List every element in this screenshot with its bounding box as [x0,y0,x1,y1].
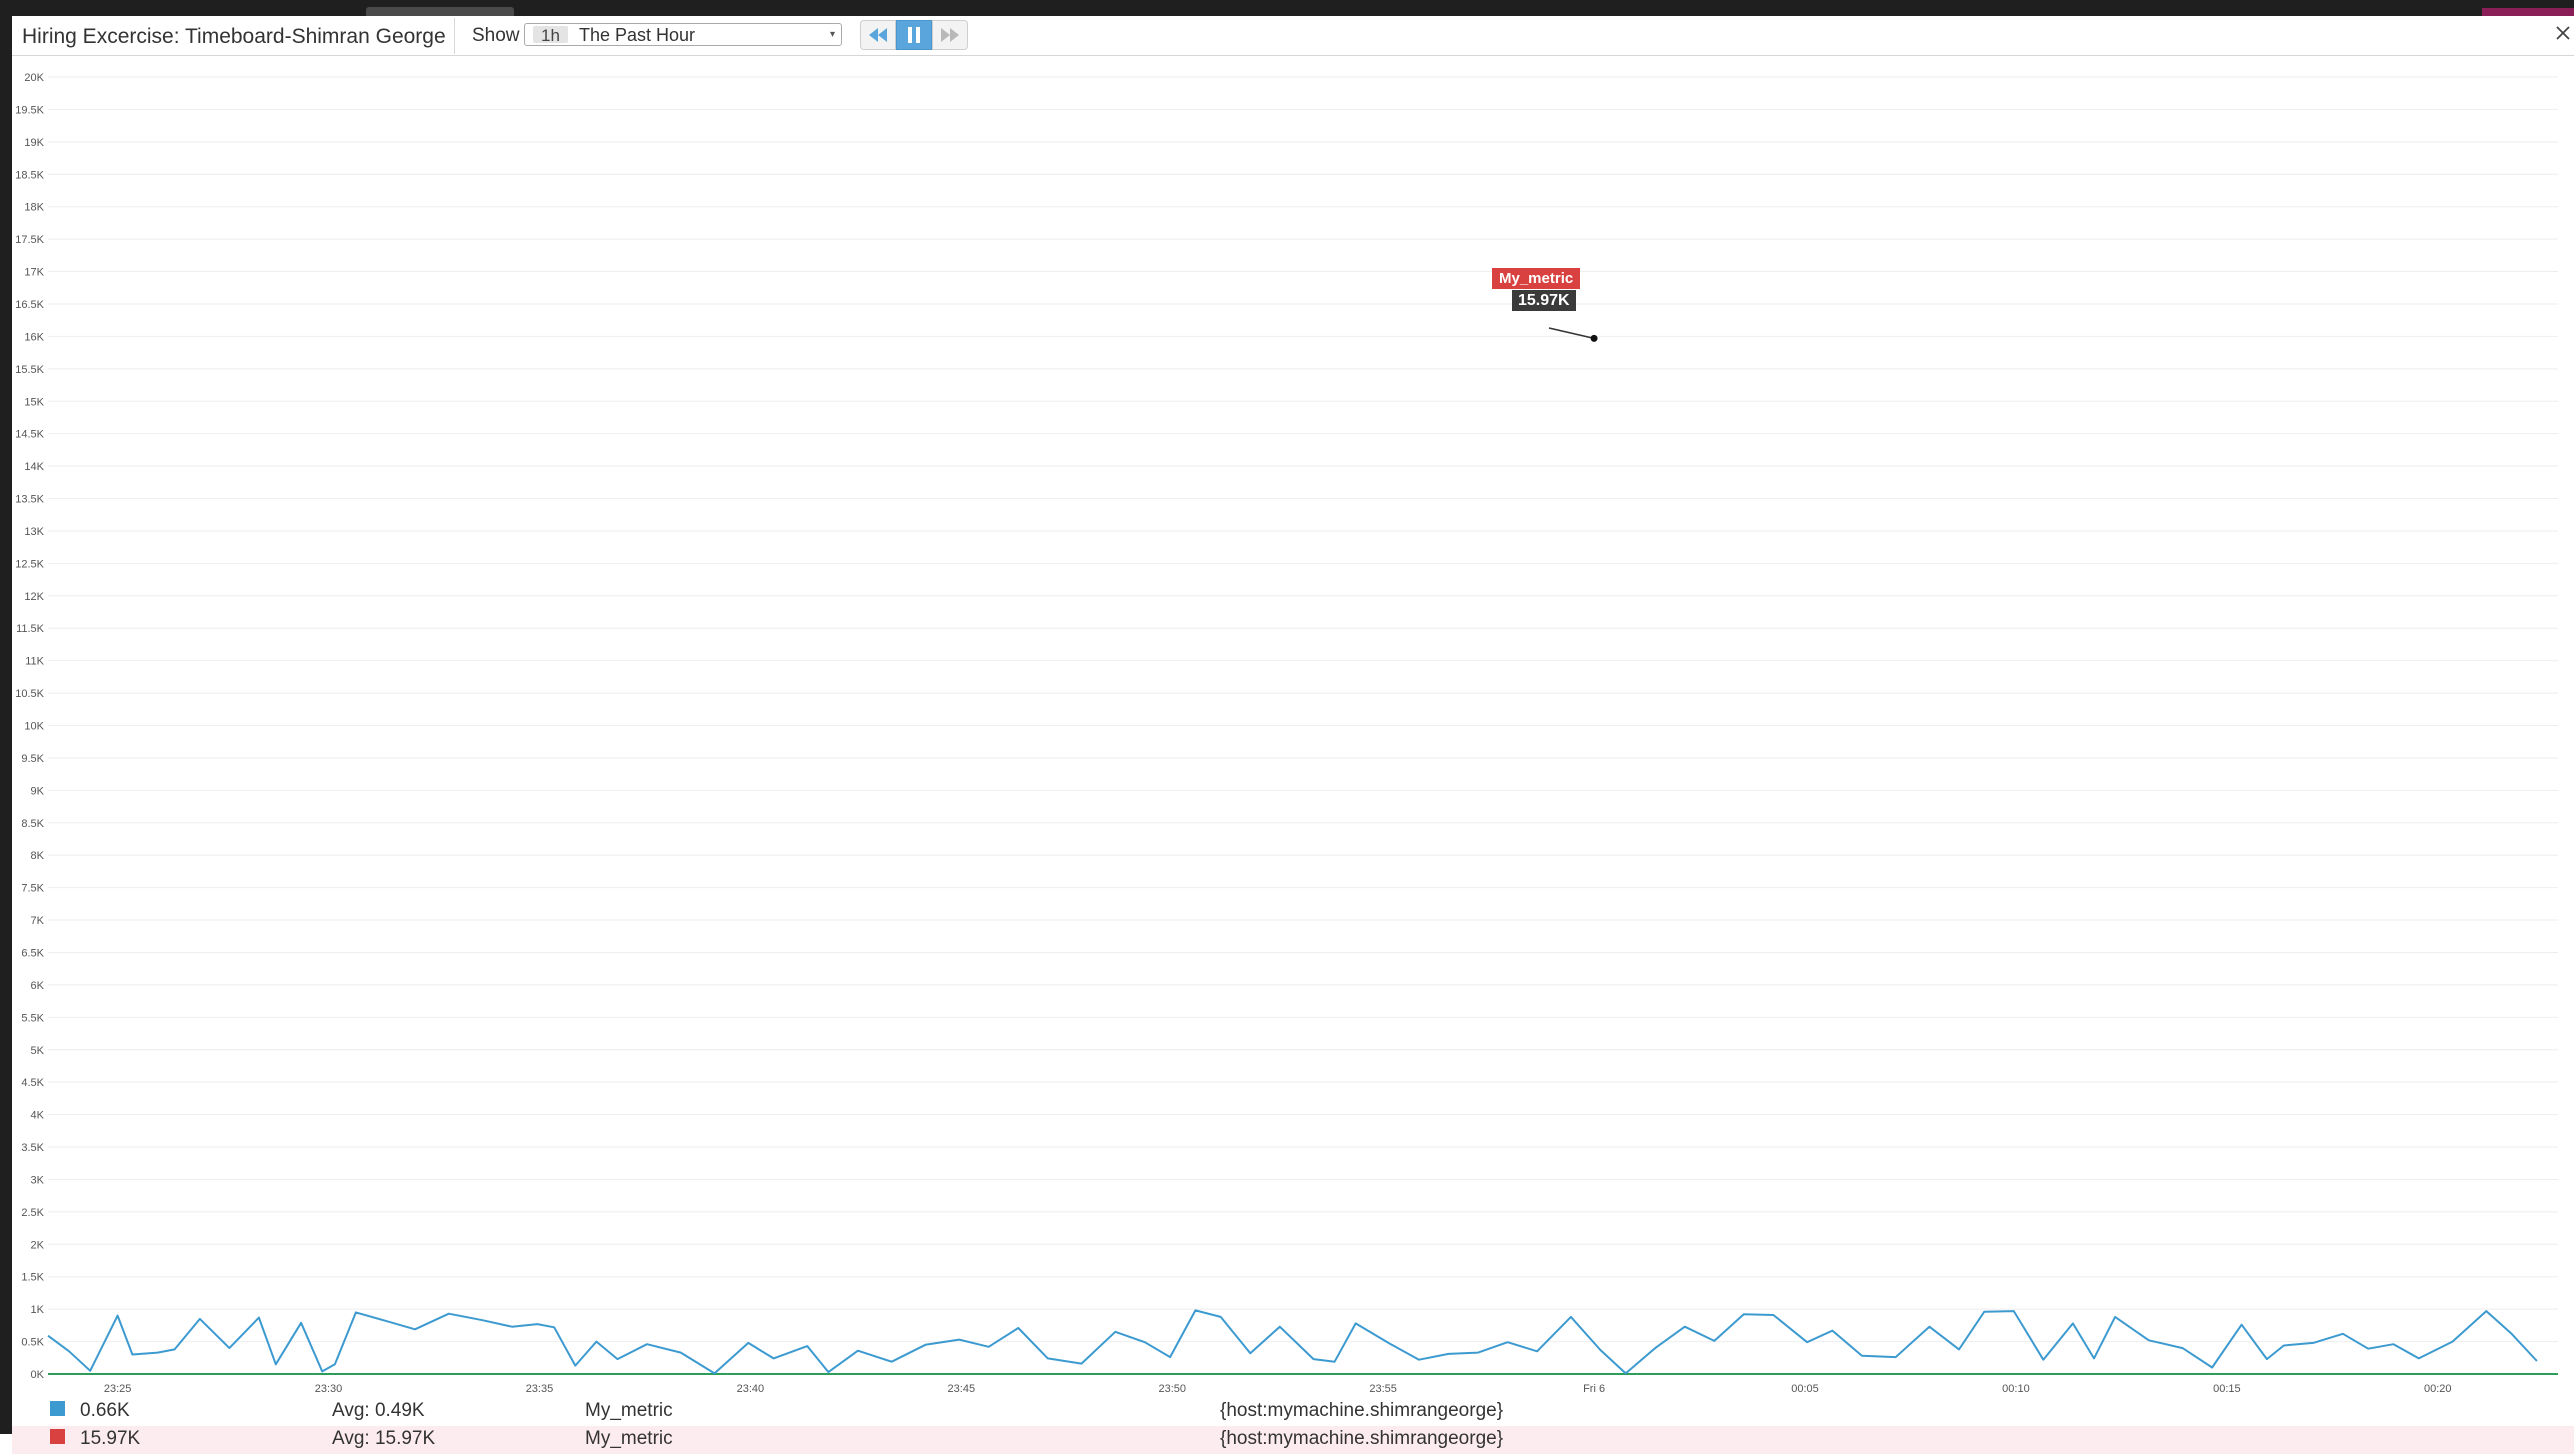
y-tick-label: 17.5K [15,234,44,246]
y-tick-label: 5.5K [21,1012,44,1024]
x-tick-label: 23:30 [315,1383,343,1394]
y-tick-label: 8.5K [21,818,44,830]
y-tick-label: 9.5K [21,753,44,765]
chevron-down-icon: ▾ [829,29,835,40]
legend-metric-name: My_metric [585,1400,673,1421]
y-tick-label: 10.5K [15,688,44,700]
y-tick-label: 2K [31,1239,45,1251]
legend-average: Avg: 15.97K [332,1428,436,1449]
legend-current-value: 0.66K [80,1400,130,1421]
legend-scope: {host:mymachine.shimrangeorge} [1220,1400,1504,1421]
close-button[interactable] [2552,22,2574,44]
y-tick-label: 9K [31,785,45,797]
timeseries-chart[interactable]: 0K 0.5K 1K 1.5K 2K 2.5K 3K 3.5K 4K 4.5K 5K 5.5K 6K 6.… [12,56,2574,1394]
close-icon [2556,26,2570,40]
show-label: Show [472,25,520,46]
toolbar-divider [454,18,455,54]
rewind-button[interactable] [860,20,896,50]
highlight-point [1590,334,1598,342]
left-edge-strip [0,0,12,1434]
timeframe-select[interactable]: 1h The Past Hour ▾ [524,23,842,46]
legend-row[interactable]: 0.66K Avg: 0.49K My_metric {host:mymachi… [12,1398,2574,1426]
legend-metric-name: My_metric [585,1428,673,1449]
y-tick-label: 20K [24,72,44,84]
fast-forward-icon [941,28,959,42]
y-tick-label: 18K [24,202,44,214]
y-tick-label: 12.5K [15,558,44,570]
y-tick-label: 11.5K [16,623,45,635]
tooltip-metric-name: My_metric [1492,268,1581,289]
dashboard-title: Hiring Excercise: Timeboard-Shimran Geor… [22,25,446,48]
y-tick-label: 13.5K [15,494,44,506]
y-tick-label: 6K [31,980,45,992]
y-tick-label: 16K [24,331,44,343]
x-tick-label: 23:25 [104,1383,132,1394]
y-tick-label: 19K [24,137,44,149]
legend-color-swatch [50,1429,65,1444]
y-tick-label: 19.5K [15,104,44,116]
browser-top-strip [0,0,2574,16]
pause-icon [908,27,920,43]
y-tick-label: 7K [31,915,45,927]
y-tick-label: 2.5K [21,1207,44,1219]
y-tick-label: 14.5K [15,429,44,441]
x-tick-label: 23:45 [948,1383,976,1394]
background-tab [366,7,514,16]
x-tick-label: 00:10 [2002,1383,2030,1394]
y-tick-label: 4K [31,1110,45,1122]
pause-button[interactable] [896,20,932,50]
y-tick-label: 10K [24,721,44,733]
background-accent [2482,8,2574,16]
x-tick-label: 23:50 [1158,1383,1186,1394]
x-tick-label: Fri 6 [1583,1383,1605,1394]
legend-current-value: 15.97K [80,1428,141,1449]
y-tick-label: 16.5K [15,299,44,311]
x-tick-label: 23:40 [737,1383,765,1394]
y-tick-label: 3K [31,1174,45,1186]
legend-row[interactable]: 15.97K Avg: 15.97K My_metric {host:mymac… [12,1426,2574,1454]
chart-canvas: 0K 0.5K 1K 1.5K 2K 2.5K 3K 3.5K 4K 4.5K 5K 5.5K 6K 6.… [15,72,2558,1394]
fast-forward-button[interactable] [932,20,968,50]
y-tick-label: 4.5K [21,1077,44,1089]
legend-scope: {host:mymachine.shimrangeorge} [1220,1428,1504,1449]
graph-legend: 0.66K Avg: 0.49K My_metric {host:mymachi… [12,1398,2574,1454]
legend-color-swatch [50,1401,65,1416]
y-tick-label: 17K [24,267,44,279]
y-tick-label: 14K [24,461,44,473]
y-tick-label: 8K [31,850,45,862]
fullscreen-graph-window: Hiring Excercise: Timeboard-Shimran Geor… [12,16,2574,1454]
y-tick-label: 13K [24,526,44,538]
y-tick-label: 7.5K [21,883,44,895]
x-tick-label: 23:55 [1369,1383,1397,1394]
y-tick-label: 1K [31,1304,45,1316]
y-tick-label: 12K [24,591,44,603]
timeframe-label: The Past Hour [579,25,696,45]
graph-toolbar: Hiring Excercise: Timeboard-Shimran Geor… [12,16,2574,56]
tooltip-metric-value: 15.97K [1512,290,1576,311]
y-tick-label: 3.5K [21,1142,44,1154]
y-tick-label: 5K [31,1045,45,1057]
y-tick-label: 6.5K [21,947,44,959]
timeframe-badge: 1h [533,26,568,45]
legend-average: Avg: 0.49K [332,1400,425,1421]
y-tick-label: 1.5K [21,1272,44,1284]
y-tick-label: 18.5K [15,169,44,181]
x-tick-label: 00:20 [2424,1383,2452,1394]
y-tick-label: 15.5K [15,364,44,376]
x-tick-label: 23:35 [526,1383,554,1394]
y-tick-label: 0.5K [21,1337,44,1349]
y-tick-label: 0K [31,1369,45,1381]
x-tick-label: 00:15 [2213,1383,2241,1394]
rewind-icon [869,28,887,42]
y-tick-label: 15K [24,396,44,408]
x-tick-label: 00:05 [1791,1383,1819,1394]
y-tick-label: 11K [25,656,44,668]
